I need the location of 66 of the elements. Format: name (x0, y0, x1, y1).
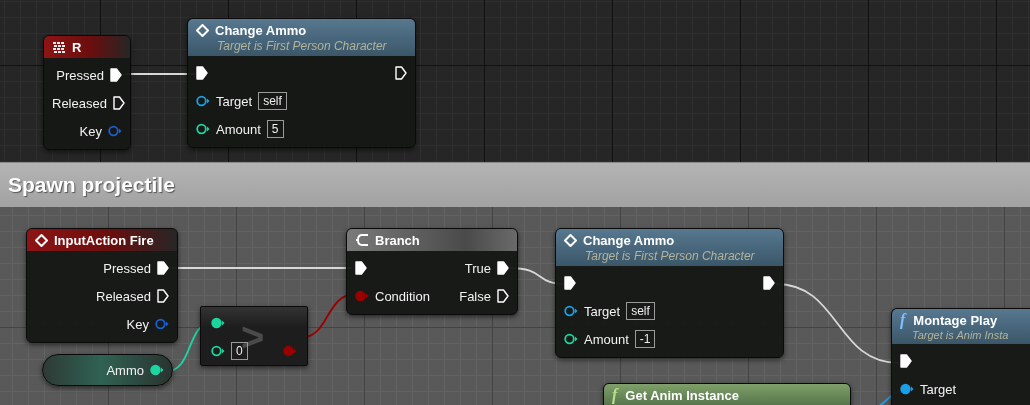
default-value-field[interactable]: 0 (231, 342, 248, 360)
pin-label: Target (216, 93, 253, 109)
pin-label: Target (920, 381, 957, 397)
pin-label: Ammo (106, 362, 144, 378)
pin-label: Target (584, 303, 621, 319)
pin-label: Amount (216, 121, 261, 137)
exec-pin[interactable] (497, 289, 509, 303)
event-node[interactable]: InputAction Fire Pressed Released Key (26, 228, 178, 343)
node-title: Montage Play (913, 312, 998, 328)
default-value-field[interactable]: -1 (634, 330, 656, 348)
pin-label: Pressed (103, 260, 151, 276)
data-pin[interactable] (211, 317, 225, 329)
pin-label: Condition (375, 288, 430, 304)
pin-label: Amount (584, 331, 629, 347)
node-subtitle: Target is Anim Insta (911, 329, 1010, 341)
exec-pin[interactable] (355, 261, 367, 275)
function-node[interactable]: f Montage Play Target is Anim Insta Target (891, 308, 1030, 405)
exec-pin[interactable] (564, 276, 576, 290)
pin-label: Key (79, 123, 102, 139)
pin-label: Released (96, 288, 151, 304)
exec-pin[interactable] (497, 261, 509, 275)
data-pin[interactable] (196, 123, 210, 135)
data-pin[interactable] (564, 333, 578, 345)
pin-label: Key (126, 316, 149, 332)
node-title: Get Anim Instance (625, 387, 739, 403)
exec-pin[interactable] (196, 66, 208, 80)
exec-pin[interactable] (157, 289, 169, 303)
branch-node[interactable]: Branch True Condition False (346, 228, 518, 315)
function-node[interactable]: Change Ammo Target is First Person Character Target self Amount -1 (555, 228, 784, 358)
node-subtitle: Target is First Person Character (584, 249, 756, 263)
data-pin[interactable] (150, 364, 164, 376)
default-value-field[interactable]: self (626, 302, 655, 320)
data-pin[interactable] (564, 305, 578, 317)
exec-pin[interactable] (112, 96, 125, 110)
node-title: Change Ammo (215, 22, 307, 38)
data-pin[interactable] (900, 383, 914, 395)
diamond-icon (196, 23, 209, 37)
pin-label: Pressed (56, 67, 104, 83)
pin-label: Released (52, 95, 107, 111)
node-title: Branch (375, 232, 420, 248)
node-subtitle: Target is First Person Character (216, 39, 388, 53)
diamond-icon (564, 233, 577, 247)
variable-node[interactable]: Ammo (42, 354, 173, 386)
event-node[interactable]: R Pressed Released Key (43, 35, 131, 150)
function-node[interactable]: Change Ammo Target is First Person Character Target self Amount 5 (187, 18, 416, 148)
diamond-icon (35, 233, 48, 247)
pin-label: False (459, 288, 491, 304)
data-pin[interactable] (211, 345, 225, 357)
exec-pin[interactable] (900, 354, 912, 368)
data-pin[interactable] (196, 95, 210, 107)
branch-icon (355, 233, 369, 247)
exec-pin[interactable] (763, 276, 775, 290)
default-value-field[interactable]: self (258, 92, 287, 110)
exec-pin[interactable] (110, 68, 122, 82)
function-glyph: f (900, 312, 908, 328)
default-value-field[interactable]: 5 (266, 120, 284, 138)
function-node[interactable]: f Get Anim Instance (603, 383, 851, 405)
function-glyph: f (612, 387, 620, 403)
keyboard-icon (52, 40, 66, 54)
exec-pin[interactable] (395, 66, 407, 80)
pin-label: True (464, 260, 491, 276)
comment-title: Spawn projectile (8, 173, 175, 197)
node-title: InputAction Fire (54, 232, 154, 248)
node-title: R (72, 39, 82, 55)
node-title: Change Ammo (583, 232, 675, 248)
exec-pin[interactable] (157, 261, 169, 275)
